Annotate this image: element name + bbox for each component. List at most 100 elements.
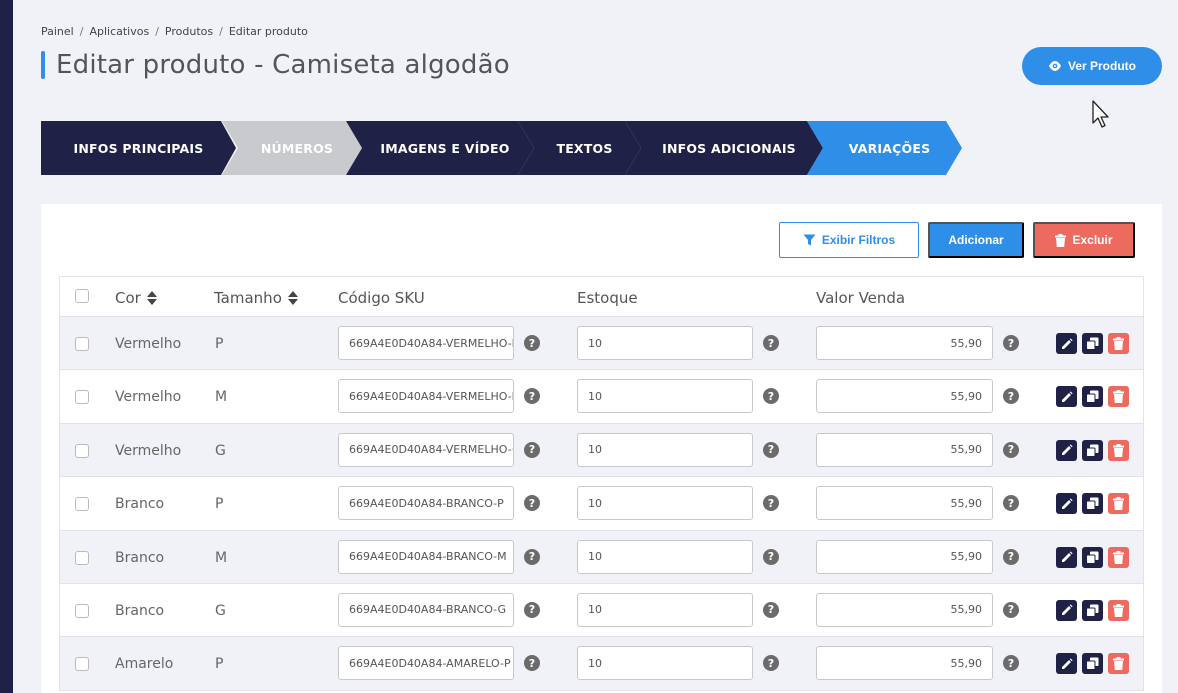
step-textos[interactable]: TEXTOS (518, 121, 641, 175)
sku-input[interactable]: 669A4E0D40A84-BRANCO-M (338, 539, 514, 574)
delete-button[interactable]: Excluir (1033, 222, 1135, 258)
question-circle-icon[interactable]: ? (1003, 335, 1019, 351)
edit-button[interactable] (1056, 493, 1077, 515)
sku-input[interactable]: 669A4E0D40A84-VERMELHO-P (338, 326, 514, 360)
delete-row-button[interactable] (1108, 546, 1129, 568)
question-circle-icon[interactable]: ? (763, 548, 779, 565)
step-label: TEXTOS (556, 140, 613, 156)
delete-row-button[interactable] (1108, 333, 1129, 354)
delete-row-button[interactable] (1108, 599, 1129, 621)
question-circle-icon[interactable]: ? (763, 335, 779, 351)
select-all-checkbox[interactable] (75, 289, 89, 303)
question-circle-icon[interactable]: ? (524, 601, 540, 618)
edit-button[interactable] (1056, 439, 1077, 461)
sku-input[interactable]: 669A4E0D40A84-VERMELHO-M (338, 379, 514, 414)
sku-input[interactable]: 669A4E0D40A84-VERMELHO-G (338, 432, 514, 467)
question-circle-icon[interactable]: ? (1003, 495, 1019, 512)
breadcrumb-item-produtos[interactable]: Produtos (165, 25, 213, 38)
sku-input[interactable]: 669A4E0D40A84-AMARELO-P (338, 646, 514, 681)
step-infos-adicionais[interactable]: INFOS ADICIONAIS (625, 121, 823, 175)
row-checkbox[interactable] (75, 337, 89, 351)
row-checkbox[interactable] (75, 603, 89, 618)
question-circle-icon[interactable]: ? (1003, 388, 1019, 405)
breadcrumb-item-painel[interactable]: Painel (41, 25, 74, 38)
edit-button[interactable] (1056, 546, 1077, 568)
row-checkbox[interactable] (75, 497, 89, 512)
question-circle-icon[interactable]: ? (763, 495, 779, 512)
price-input[interactable]: 55,90 (816, 326, 993, 360)
question-circle-icon[interactable]: ? (763, 388, 779, 405)
delete-label: Excluir (1072, 233, 1113, 247)
sku-input[interactable]: 669A4E0D40A84-BRANCO-G (338, 592, 514, 627)
question-circle-icon[interactable]: ? (524, 495, 540, 512)
add-button[interactable]: Adicionar (928, 222, 1024, 258)
question-circle-icon[interactable]: ? (524, 655, 540, 672)
left-sidebar-strip (0, 0, 13, 693)
price-input[interactable]: 55,90 (816, 432, 993, 467)
price-input[interactable]: 55,90 (816, 486, 993, 521)
step-infos-principais[interactable]: INFOS PRINCIPAIS (41, 121, 236, 175)
question-circle-icon[interactable]: ? (763, 441, 779, 458)
stock-input[interactable]: 10 (577, 539, 753, 574)
column-header-size[interactable]: Tamanho (214, 289, 298, 307)
question-circle-icon[interactable]: ? (763, 601, 779, 618)
breadcrumb-separator: / (219, 25, 223, 38)
row-checkbox[interactable] (75, 657, 89, 672)
question-circle-icon[interactable]: ? (524, 335, 540, 351)
edit-button[interactable] (1056, 386, 1077, 408)
row-checkbox[interactable] (75, 390, 89, 405)
copy-button[interactable] (1082, 439, 1103, 461)
breadcrumb-separator: / (79, 25, 84, 38)
question-circle-icon[interactable]: ? (524, 548, 540, 565)
question-circle-icon[interactable]: ? (763, 655, 779, 672)
copy-button[interactable] (1082, 653, 1103, 675)
edit-button[interactable] (1056, 333, 1077, 354)
edit-button[interactable] (1056, 653, 1077, 675)
question-circle-icon[interactable]: ? (1003, 441, 1019, 458)
step-variacoes[interactable]: VARIAÇÕES (807, 121, 962, 175)
table-row: Branco G 669A4E0D40A84-BRANCO-G ? 10 ? 5… (60, 583, 1143, 638)
sku-input[interactable]: 669A4E0D40A84-BRANCO-P (338, 486, 514, 521)
delete-row-button[interactable] (1108, 653, 1129, 675)
copy-icon (1086, 337, 1099, 350)
price-input[interactable]: 55,90 (816, 592, 993, 627)
stock-input[interactable]: 10 (577, 592, 753, 627)
delete-row-button[interactable] (1108, 493, 1129, 515)
copy-button[interactable] (1082, 546, 1103, 568)
column-header-sku: Código SKU (338, 289, 425, 307)
view-product-button[interactable]: Ver Produto (1022, 47, 1162, 85)
copy-button[interactable] (1082, 493, 1103, 515)
step-numeros: NÚMEROS (222, 121, 362, 175)
price-input[interactable]: 55,90 (816, 646, 993, 681)
stock-input[interactable]: 10 (577, 326, 753, 360)
question-circle-icon[interactable]: ? (524, 441, 540, 458)
step-imagens-video[interactable]: IMAGENS E VÍDEO (346, 121, 534, 175)
stock-input[interactable]: 10 (577, 432, 753, 467)
copy-button[interactable] (1082, 386, 1103, 408)
delete-row-button[interactable] (1108, 386, 1129, 408)
question-circle-icon[interactable]: ? (1003, 655, 1019, 672)
price-input[interactable]: 55,90 (816, 379, 993, 414)
step-label: NÚMEROS (260, 140, 334, 156)
copy-button[interactable] (1082, 599, 1103, 621)
edit-button[interactable] (1056, 599, 1077, 621)
pencil-icon (1061, 498, 1073, 509)
question-circle-icon[interactable]: ? (1003, 601, 1019, 618)
question-circle-icon[interactable]: ? (1003, 548, 1019, 565)
show-filters-button[interactable]: Exibir Filtros (779, 222, 919, 258)
stock-input[interactable]: 10 (577, 379, 753, 414)
copy-button[interactable] (1082, 333, 1103, 354)
stock-input[interactable]: 10 (577, 646, 753, 681)
row-checkbox[interactable] (75, 443, 89, 458)
column-header-color[interactable]: Cor (115, 289, 157, 307)
row-checkbox[interactable] (75, 550, 89, 565)
trash-icon (1055, 233, 1067, 247)
cell-size: P (215, 496, 224, 513)
stock-input[interactable]: 10 (577, 486, 753, 521)
question-circle-icon[interactable]: ? (524, 388, 540, 405)
breadcrumb-item-aplicativos[interactable]: Aplicativos (89, 25, 149, 38)
price-input[interactable]: 55,90 (816, 539, 993, 574)
show-filters-label: Exibir Filtros (821, 233, 896, 247)
step-label: INFOS ADICIONAIS (662, 140, 796, 156)
delete-row-button[interactable] (1108, 439, 1129, 461)
